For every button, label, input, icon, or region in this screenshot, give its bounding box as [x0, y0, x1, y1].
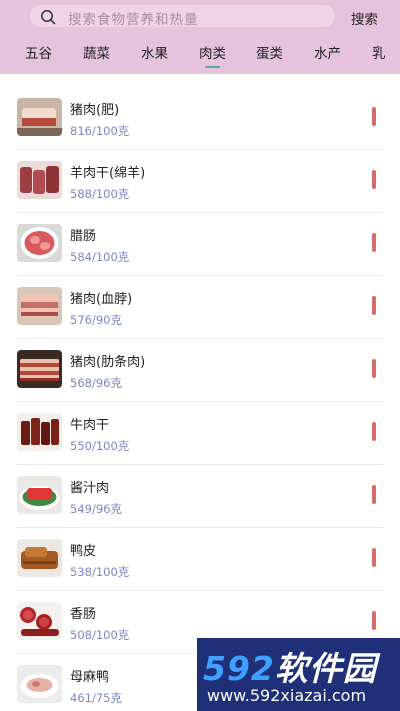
calorie-indicator-bar	[372, 170, 376, 189]
list-item[interactable]: 猪肉(肋条肉) 568/96克	[0, 326, 400, 390]
list-item[interactable]: 猪肉(肥) 816/100克	[0, 74, 400, 138]
food-thumbnail	[17, 539, 62, 577]
food-name: 羊肉干(绵羊)	[70, 166, 146, 181]
food-name: 母麻鸭	[70, 670, 110, 685]
search-button[interactable]: 搜索	[351, 8, 378, 28]
calorie-indicator-bar	[372, 422, 376, 441]
search-icon[interactable]	[40, 9, 56, 25]
food-name: 猪肉(肥)	[70, 103, 120, 118]
tab-seafood[interactable]: 水产	[314, 42, 341, 62]
search-bar: 搜索食物营养和热量 搜索	[0, 0, 400, 34]
food-name: 腊肠	[70, 229, 97, 244]
food-name: 牛肉干	[70, 418, 110, 433]
food-thumbnail	[17, 287, 62, 325]
search-input[interactable]: 搜索食物营养和热量	[68, 8, 199, 28]
watermark-logo-text: 软件园	[274, 649, 377, 688]
food-thumbnail	[17, 602, 62, 640]
selected-tab-indicator	[205, 66, 220, 68]
food-thumbnail	[17, 665, 62, 703]
food-thumbnail	[17, 161, 62, 199]
list-item[interactable]: 香肠 508/100克	[0, 578, 400, 642]
calorie-indicator-bar	[372, 611, 376, 630]
tab-eggs[interactable]: 蛋类	[256, 42, 283, 62]
list-item[interactable]: 腊肠 584/100克	[0, 200, 400, 264]
food-list[interactable]: 猪肉(肥) 816/100克 羊肉干(绵羊) 588/100克 腊肠 584/1…	[0, 74, 400, 711]
calorie-indicator-bar	[372, 107, 376, 126]
food-name: 酱汁肉	[70, 481, 110, 496]
food-thumbnail	[17, 98, 62, 136]
site-watermark: 592软件园 www.592xiazai.com	[197, 638, 400, 711]
food-thumbnail	[17, 350, 62, 388]
tab-fruits[interactable]: 水果	[141, 42, 168, 62]
watermark-logo-number: 592	[203, 649, 275, 688]
calorie-indicator-bar	[372, 485, 376, 504]
tab-vegetables[interactable]: 蔬菜	[83, 42, 110, 62]
tab-grains[interactable]: 五谷	[25, 42, 52, 62]
food-thumbnail	[17, 224, 62, 262]
watermark-logo: 592软件园	[203, 642, 377, 690]
list-item[interactable]: 鸭皮 538/100克	[0, 515, 400, 579]
food-name: 猪肉(肋条肉)	[70, 355, 146, 370]
list-item[interactable]: 羊肉干(绵羊) 588/100克	[0, 137, 400, 201]
list-item[interactable]: 酱汁肉 549/96克	[0, 452, 400, 516]
tab-meat[interactable]: 肉类	[199, 42, 226, 62]
tab-dairy[interactable]: 乳	[372, 42, 386, 62]
list-item[interactable]: 猪肉(血脖) 576/90克	[0, 263, 400, 327]
watermark-url: www.592xiazai.com	[207, 686, 367, 705]
food-name: 香肠	[70, 607, 97, 622]
app-header: 搜索食物营养和热量 搜索 五谷 蔬菜 水果 肉类 蛋类 水产 乳	[0, 0, 400, 74]
food-name: 猪肉(血脖)	[70, 292, 133, 307]
calorie-indicator-bar	[372, 233, 376, 252]
food-thumbnail	[17, 476, 62, 514]
food-thumbnail	[17, 413, 62, 451]
calorie-indicator-bar	[372, 548, 376, 567]
list-item[interactable]: 牛肉干 550/100克	[0, 389, 400, 453]
calorie-indicator-bar	[372, 359, 376, 378]
food-calories: 461/75克	[70, 691, 122, 705]
food-name: 鸭皮	[70, 544, 97, 559]
category-tabs: 五谷 蔬菜 水果 肉类 蛋类 水产 乳	[0, 34, 400, 74]
calorie-indicator-bar	[372, 296, 376, 315]
